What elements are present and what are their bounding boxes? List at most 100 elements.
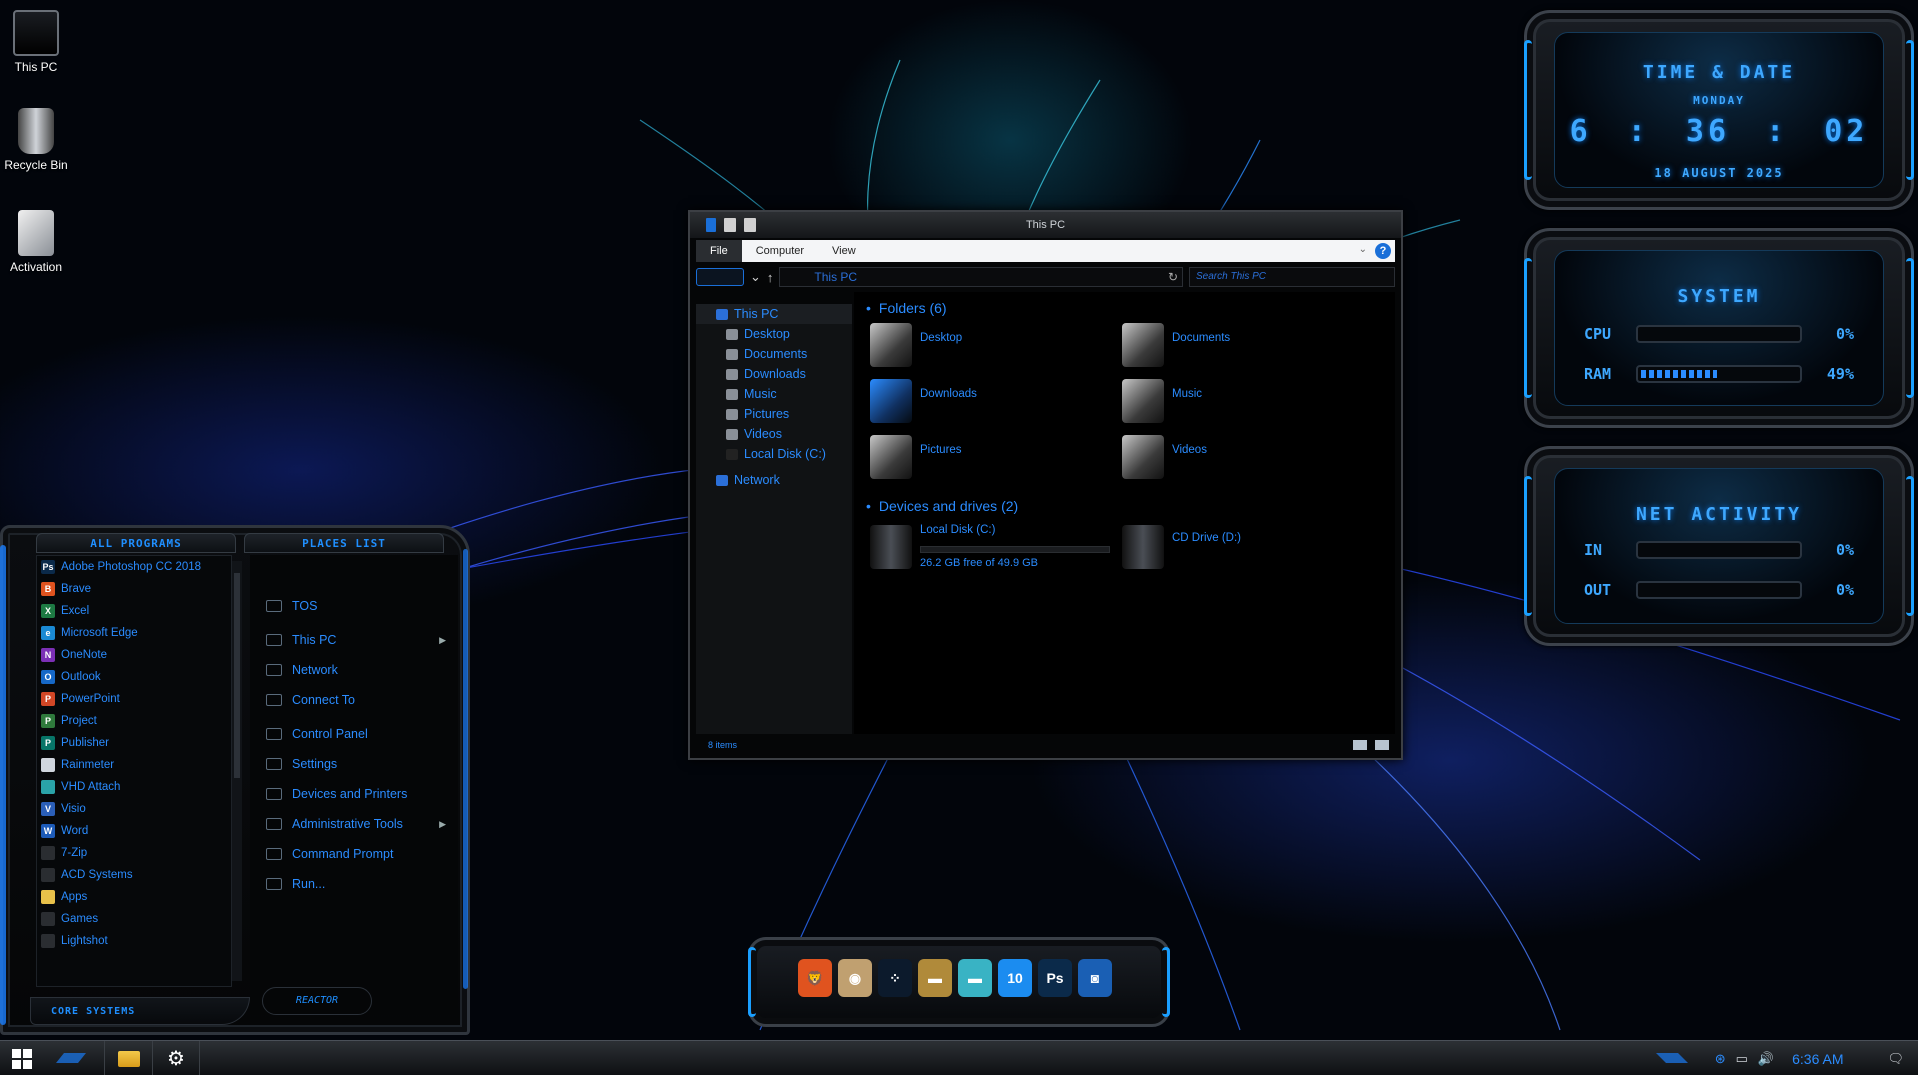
recycle-bin-icon xyxy=(18,108,54,154)
photoshop-icon: Ps xyxy=(41,560,55,574)
places-list-header[interactable]: PLACES LIST xyxy=(244,533,444,553)
window-titlebar[interactable]: This PC xyxy=(690,212,1401,238)
clock-second: 02 xyxy=(1824,114,1869,149)
notification-center-icon[interactable]: 🗨 xyxy=(1887,1051,1904,1067)
network-tray-icon[interactable]: ▭ xyxy=(1736,1051,1748,1067)
program-item[interactable]: Games xyxy=(37,908,231,930)
help-icon[interactable]: ? xyxy=(1375,243,1391,259)
program-label: Outlook xyxy=(61,671,101,683)
nav-item-downloads[interactable]: Downloads xyxy=(696,364,852,384)
place-item[interactable]: Connect To xyxy=(266,689,452,711)
taskbar-settings[interactable]: ⚙ xyxy=(152,1041,200,1075)
program-item[interactable]: W Word xyxy=(37,820,231,842)
start-button[interactable] xyxy=(0,1041,44,1075)
ribbon-tabs: File Computer View ⌄ ? xyxy=(696,240,1395,262)
file-explorer-window[interactable]: This PC File Computer View ⌄ ? ⌄ ↑ This … xyxy=(688,210,1403,760)
net-out-bar xyxy=(1636,581,1802,599)
program-item[interactable]: Ps Adobe Photoshop CC 2018 xyxy=(37,556,231,578)
folder-tile-music[interactable]: Music xyxy=(1122,378,1362,424)
ribbon-expand-icon[interactable]: ⌄ xyxy=(1359,244,1367,255)
nav-item-videos[interactable]: Videos xyxy=(696,424,852,444)
search-input[interactable]: Search This PC xyxy=(1189,267,1395,287)
program-item[interactable]: Rainmeter xyxy=(37,754,231,776)
nav-item-local-disk[interactable]: Local Disk (C:) xyxy=(696,444,852,464)
net-out-label: OUT xyxy=(1584,581,1612,599)
place-item[interactable]: Control Panel xyxy=(266,723,452,745)
desktop-icon-label: Activation xyxy=(9,260,63,274)
program-item[interactable]: V Visio xyxy=(37,798,231,820)
photoshop-icon[interactable]: Ps xyxy=(1038,959,1072,997)
address-bar[interactable]: This PC ↻ xyxy=(779,267,1183,287)
place-item[interactable]: Run... xyxy=(266,873,452,895)
program-item[interactable]: P PowerPoint xyxy=(37,688,231,710)
all-programs-header[interactable]: ALL PROGRAMS xyxy=(36,533,236,553)
nav-item-music[interactable]: Music xyxy=(696,384,852,404)
place-item[interactable]: Settings xyxy=(266,753,452,775)
place-item[interactable]: Command Prompt xyxy=(266,843,452,865)
camera-icon[interactable]: ◙ xyxy=(1078,959,1112,997)
program-label: ACD Systems xyxy=(61,869,133,881)
rainmeter-tray-icon[interactable]: ⊛ xyxy=(1715,1051,1726,1067)
large-icons-view-icon[interactable] xyxy=(1375,740,1389,750)
desktop-icon-this-pc[interactable]: This PC xyxy=(4,10,68,74)
back-forward-buttons[interactable] xyxy=(696,268,744,286)
program-item[interactable]: Lightshot xyxy=(37,930,231,952)
program-item[interactable]: P Project xyxy=(37,710,231,732)
place-item[interactable]: Administrative Tools ▶ xyxy=(266,813,452,835)
drive-teal-icon[interactable]: ▬ xyxy=(958,959,992,997)
rainmeter-icon[interactable]: ⁘ xyxy=(878,959,912,997)
drive-gold-icon[interactable]: ▬ xyxy=(918,959,952,997)
place-item[interactable]: This PC ▶ xyxy=(266,629,452,651)
refresh-icon[interactable]: ↻ xyxy=(1168,268,1178,286)
nav-item-documents[interactable]: Documents xyxy=(696,344,852,364)
windows-10-icon[interactable]: 10 xyxy=(998,959,1032,997)
taskbar-clock[interactable]: 6:36 AM xyxy=(1792,1051,1843,1067)
details-view-icon[interactable] xyxy=(1353,740,1367,750)
desktop-icon-activation[interactable]: Activation xyxy=(4,210,68,274)
nav-item-this-pc[interactable]: This PC xyxy=(696,304,852,324)
folder-tile-pictures[interactable]: Pictures xyxy=(870,434,1110,480)
program-item[interactable]: X Excel xyxy=(37,600,231,622)
drives-group-header[interactable]: Devices and drives (2) xyxy=(866,498,1018,514)
nav-item-pictures[interactable]: Pictures xyxy=(696,404,852,424)
program-item[interactable]: Apps xyxy=(37,886,231,908)
nav-item-network[interactable]: Network xyxy=(696,470,852,490)
program-item[interactable]: O Outlook xyxy=(37,666,231,688)
nav-item-desktop[interactable]: Desktop xyxy=(696,324,852,344)
place-item[interactable]: Network xyxy=(266,659,452,681)
program-item[interactable]: VHD Attach xyxy=(37,776,231,798)
desktop-icon-recycle-bin[interactable]: Recycle Bin xyxy=(4,108,68,172)
tab-file[interactable]: File xyxy=(696,240,742,262)
desktop-folder-icon xyxy=(870,323,912,367)
media-disc-icon[interactable]: ◉ xyxy=(838,959,872,997)
folder-label: Videos xyxy=(1172,444,1207,456)
run-icon xyxy=(266,878,282,890)
place-label: TOS xyxy=(292,599,318,613)
folder-tile-desktop[interactable]: Desktop xyxy=(870,322,1110,368)
brave-icon[interactable]: 🦁 xyxy=(798,959,832,997)
up-arrow-icon[interactable]: ↑ xyxy=(767,270,774,285)
program-item[interactable]: 7-Zip xyxy=(37,842,231,864)
tab-computer[interactable]: Computer xyxy=(742,240,818,262)
folder-tile-documents[interactable]: Documents xyxy=(1122,322,1362,368)
folder-tile-downloads[interactable]: Downloads xyxy=(870,378,1110,424)
drive-tile-cd[interactable]: CD Drive (D:) xyxy=(1122,524,1362,570)
program-item[interactable]: N OneNote xyxy=(37,644,231,666)
taskbar-file-explorer[interactable] xyxy=(104,1041,152,1075)
program-item[interactable]: e Microsoft Edge xyxy=(37,622,231,644)
volume-icon[interactable]: 🔊 xyxy=(1758,1051,1774,1067)
recent-locations-icon[interactable]: ⌄ xyxy=(750,269,761,285)
program-list-scrollbar[interactable] xyxy=(232,561,242,981)
nav-label: This PC xyxy=(734,307,779,321)
folder-tile-videos[interactable]: Videos xyxy=(1122,434,1362,480)
folders-group-header[interactable]: Folders (6) xyxy=(866,300,947,316)
program-item[interactable]: P Publisher xyxy=(37,732,231,754)
drive-tile-local-disk[interactable]: Local Disk (C:) 26.2 GB free of 49.9 GB xyxy=(870,524,1120,570)
scrollbar-thumb[interactable] xyxy=(234,573,240,778)
program-item[interactable]: ACD Systems xyxy=(37,864,231,886)
tab-view[interactable]: View xyxy=(818,240,870,262)
program-item[interactable]: B Brave xyxy=(37,578,231,600)
places-list: TOS This PC ▶ Network Connect To Control Pane… xyxy=(250,555,458,1015)
place-item[interactable]: TOS xyxy=(266,595,452,617)
place-item[interactable]: Devices and Printers xyxy=(266,783,452,805)
